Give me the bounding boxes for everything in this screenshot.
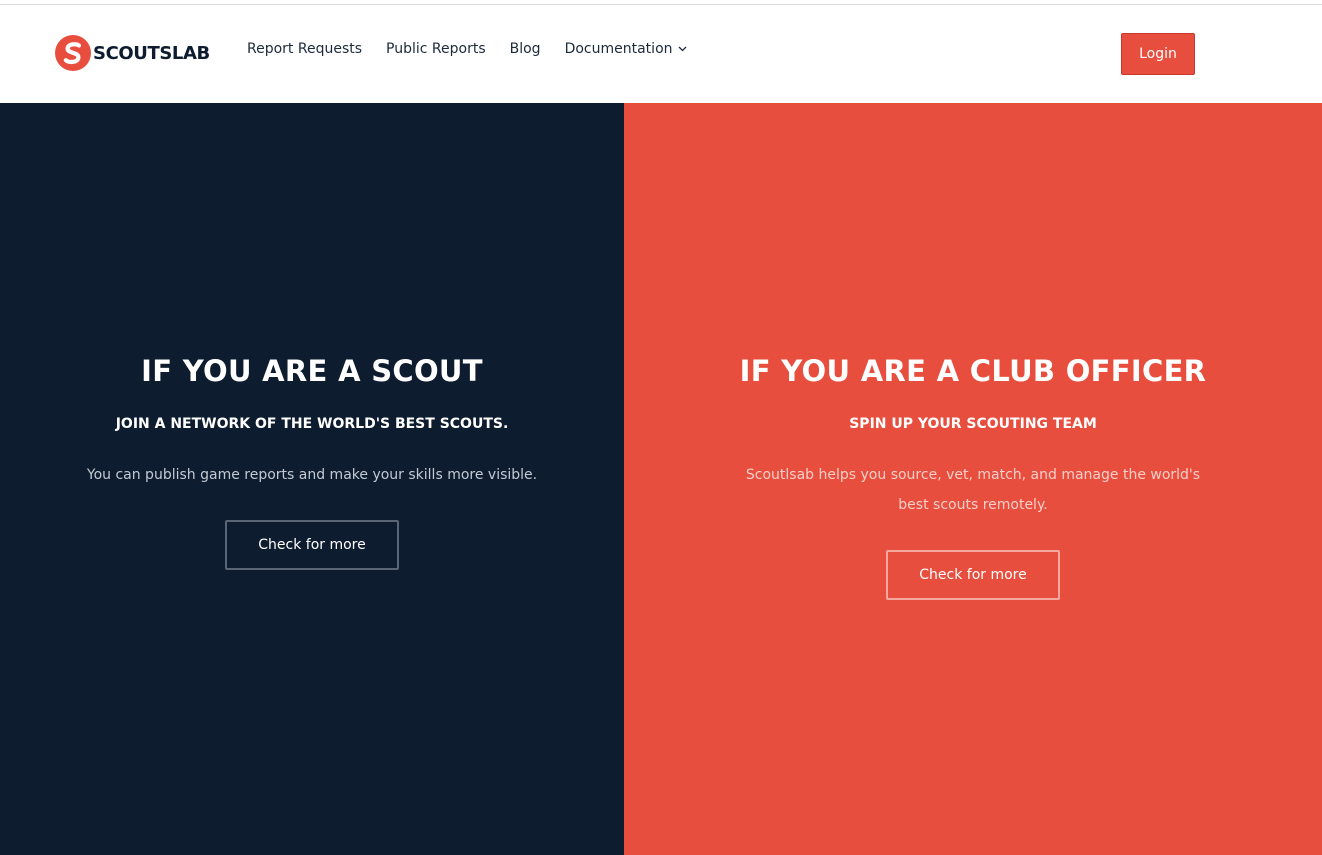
login-button[interactable]: Login [1121,33,1195,75]
main-nav: Report Requests Public Reports Blog Docu… [247,41,711,57]
site-header: SCOUTSLAB Report Requests Public Reports… [0,5,1322,103]
scout-description: You can publish game reports and make yo… [86,467,538,483]
nav-blog[interactable]: Blog [510,41,541,57]
chevron-down-icon [678,46,686,52]
scout-panel: IF YOU ARE A SCOUT JOIN A NETWORK OF THE… [0,103,624,855]
scout-title: IF YOU ARE A SCOUT [141,354,483,388]
logo-link[interactable]: SCOUTSLAB [55,35,210,71]
club-officer-panel: IF YOU ARE A CLUB OFFICER SPIN UP YOUR S… [624,103,1322,855]
club-subtitle: SPIN UP YOUR SCOUTING TEAM [849,416,1097,432]
nav-public-reports[interactable]: Public Reports [386,41,486,57]
nav-report-requests[interactable]: Report Requests [247,41,362,57]
scout-subtitle: JOIN A NETWORK OF THE WORLD'S BEST SCOUT… [115,416,509,432]
nav-documentation-label: Documentation [564,41,673,57]
nav-documentation[interactable]: Documentation [565,41,687,57]
club-description: Scoutlsab helps you source, vet, match, … [745,467,1201,513]
logo-text: SCOUTSLAB [93,42,210,64]
club-check-more-button[interactable]: Check for more [886,550,1060,600]
club-title: IF YOU ARE A CLUB OFFICER [739,354,1207,388]
scoutslab-logo-icon [55,35,91,71]
scout-check-more-button[interactable]: Check for more [225,520,399,570]
